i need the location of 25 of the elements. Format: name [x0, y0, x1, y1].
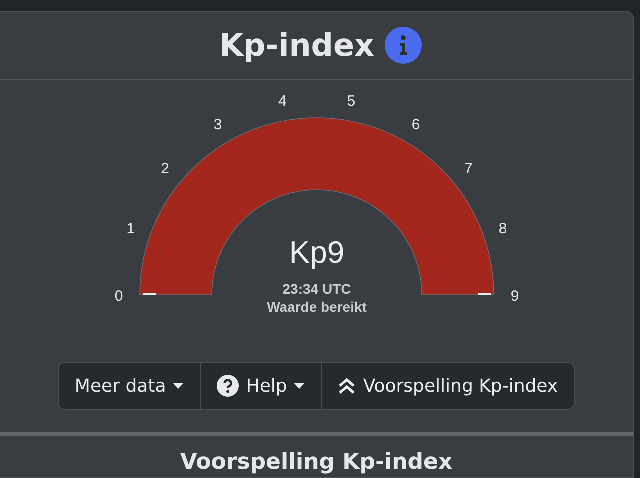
toolbar-button[interactable]: Voorspelling Kp-index: [322, 363, 574, 409]
scale-label: 4: [278, 93, 286, 110]
section-title: Voorspelling Kp-index: [180, 450, 453, 475]
scale-label: 6: [411, 116, 420, 134]
tick-mark: [142, 293, 156, 295]
scale-label: 1: [126, 220, 135, 238]
card-title: Kp-index: [220, 28, 374, 64]
toolbar-button[interactable]: Help: [201, 363, 322, 409]
scale-label: 8: [498, 220, 507, 238]
gauge-value: Kp9: [288, 235, 344, 270]
scale-label: 9: [510, 288, 519, 305]
scale-label: 2: [160, 160, 169, 178]
gauge-status: Waarde bereikt: [266, 299, 366, 315]
toolbar-button[interactable]: Meer data: [58, 363, 202, 409]
caret-icon: [294, 383, 306, 389]
gauge-time: 23:34 UTC: [282, 281, 351, 297]
tick-mark: [478, 293, 490, 295]
caret-icon: [173, 383, 184, 389]
scale-label: 7: [464, 160, 472, 178]
double-chevron-up-icon: [338, 377, 356, 395]
scale-label: 5: [346, 93, 356, 110]
scale-label: 3: [213, 116, 222, 134]
scale-label: 0: [114, 288, 123, 305]
help-icon: [217, 375, 240, 397]
info-icon[interactable]: [384, 27, 422, 64]
